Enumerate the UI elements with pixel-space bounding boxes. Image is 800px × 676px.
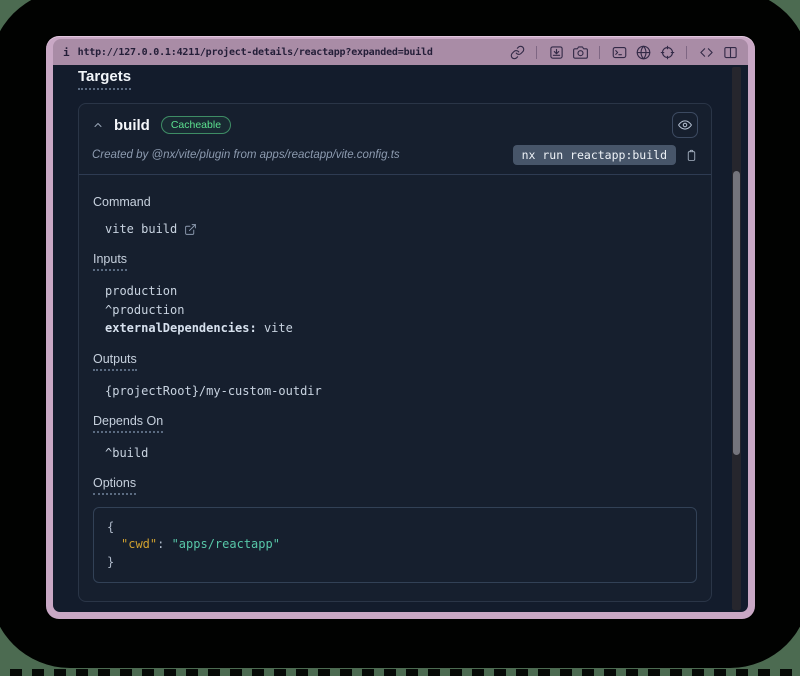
outputs-value: {projectRoot}/my-custom-outdir <box>105 382 697 400</box>
build-card-header: build Cacheable Created by @nx/vite/plug… <box>79 104 711 174</box>
terminal-icon[interactable] <box>611 44 627 60</box>
depends-on-section-label: Depends On <box>93 414 697 433</box>
toolbar-divider <box>536 46 537 59</box>
inputs-list: production ^production externalDependenc… <box>105 282 697 338</box>
input-item-external-deps: externalDependencies: vite <box>105 319 697 338</box>
project-details-content: Targets build Cacheable <box>53 65 748 612</box>
download-icon[interactable] <box>548 44 564 60</box>
toolbar-divider <box>686 46 687 59</box>
view-target-graph-button[interactable] <box>672 112 698 138</box>
command-section-label: Command <box>93 195 697 209</box>
input-item: ^production <box>105 301 697 320</box>
toolbar-divider <box>599 46 600 59</box>
command-value: vite build <box>105 220 177 238</box>
depends-on-value: ^build <box>105 444 697 462</box>
inputs-section-label: Inputs <box>93 252 697 271</box>
created-by-text: Created by @nx/vite/plugin from apps/rea… <box>92 149 400 161</box>
json-cwd-line: "cwd": "apps/reactapp" <box>107 536 683 553</box>
page-viewport: Targets build Cacheable <box>53 65 748 612</box>
camera-icon[interactable] <box>572 44 588 60</box>
json-open-brace: { <box>107 519 683 536</box>
scrollbar-track[interactable] <box>732 67 741 610</box>
browser-window: i http://127.0.0.1:4211/project-details/… <box>46 36 755 619</box>
build-card-body: Command vite build Inputs production ^pr… <box>79 175 711 601</box>
options-section-label: Options <box>93 476 697 495</box>
options-json-block: { "cwd": "apps/reactapp" } <box>93 507 697 583</box>
info-icon: i <box>63 46 70 59</box>
split-panel-icon[interactable] <box>722 44 738 60</box>
crosshair-icon[interactable] <box>659 44 675 60</box>
globe-icon[interactable] <box>635 44 651 60</box>
background-dither-pattern <box>0 669 800 676</box>
page-title: Targets <box>78 65 712 90</box>
command-value-row: vite build <box>105 220 697 238</box>
copy-icon[interactable] <box>685 148 698 163</box>
url-address[interactable]: http://127.0.0.1:4211/project-details/re… <box>78 47 433 58</box>
external-link-icon[interactable] <box>184 223 197 236</box>
run-command-chip[interactable]: nx run reactapp:build <box>513 145 676 165</box>
scrollbar-thumb[interactable] <box>733 171 740 455</box>
browser-toolbar: i http://127.0.0.1:4211/project-details/… <box>53 39 748 65</box>
input-item: production <box>105 282 697 301</box>
link-icon[interactable] <box>509 44 525 60</box>
code-icon[interactable] <box>698 44 714 60</box>
cacheable-badge: Cacheable <box>161 116 231 134</box>
json-close-brace: } <box>107 554 683 571</box>
outputs-section-label: Outputs <box>93 352 697 371</box>
target-card-build: build Cacheable Created by @nx/vite/plug… <box>78 103 712 602</box>
chevron-up-icon[interactable] <box>92 118 106 132</box>
target-name-build: build <box>114 117 150 134</box>
